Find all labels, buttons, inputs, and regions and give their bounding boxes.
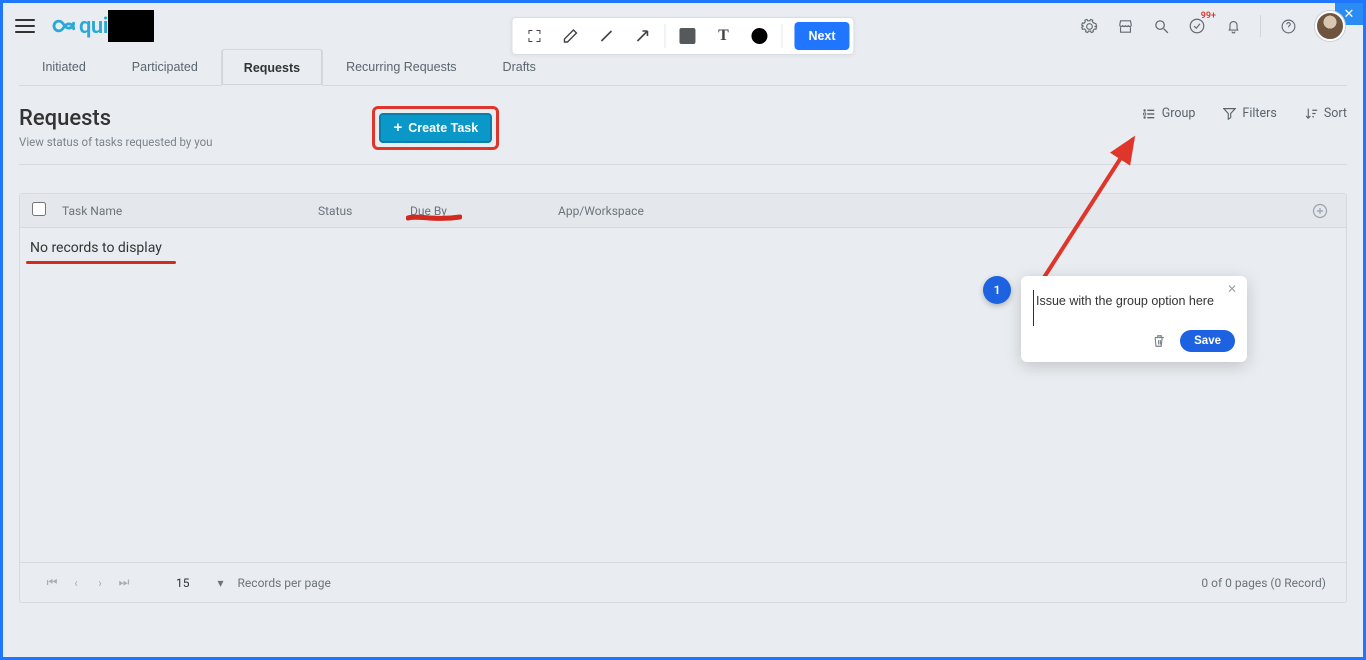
annotation-toolbar: T Next (511, 17, 854, 55)
create-task-button[interactable]: + Create Task (379, 113, 492, 143)
page-prev[interactable]: ‹ (64, 576, 88, 590)
tab-initiated[interactable]: Initiated (19, 49, 109, 85)
filters-action[interactable]: Filters (1223, 106, 1276, 121)
trash-icon (1153, 334, 1166, 348)
top-right-actions: 99+ (1080, 11, 1351, 41)
crop-icon (526, 28, 542, 44)
settings-icon[interactable] (1080, 17, 1098, 35)
brand-text: qui (79, 14, 108, 39)
pen-tool[interactable] (552, 21, 588, 51)
help-icon[interactable] (1279, 17, 1297, 35)
group-action[interactable]: Group (1142, 106, 1196, 121)
annotation-highlight: + Create Task (372, 106, 499, 150)
popup-close-button[interactable]: ✕ (1225, 282, 1239, 296)
annotation-text-input[interactable] (1033, 290, 1235, 326)
arrow-tool[interactable] (624, 21, 660, 51)
col-due-by[interactable]: Due By (410, 204, 558, 218)
col-task-name[interactable]: Task Name (62, 204, 318, 218)
col-status[interactable]: Status (318, 204, 410, 218)
page-last[interactable]: ⏭ (112, 575, 136, 590)
col-app[interactable]: App/Workspace (558, 204, 1312, 218)
table-header: Task Name Status Due By App/Workspace (20, 194, 1346, 228)
bell-icon[interactable] (1224, 17, 1242, 35)
shape-tool[interactable] (669, 21, 705, 51)
circle-icon (751, 28, 767, 44)
top-bar: qui T Next 99+ (3, 3, 1363, 49)
filters-label: Filters (1242, 106, 1276, 121)
page-title: Requests (19, 106, 212, 131)
tab-requests[interactable]: Requests (221, 49, 323, 86)
group-label: Group (1162, 106, 1196, 121)
crop-tool[interactable] (516, 21, 552, 51)
page-size-value[interactable]: 15 (176, 576, 190, 590)
create-task-label: Create Task (408, 121, 478, 135)
sort-label: Sort (1324, 106, 1347, 121)
annotation-underline (26, 261, 176, 264)
tab-recurring[interactable]: Recurring Requests (323, 49, 479, 85)
color-picker[interactable] (741, 21, 777, 51)
per-page-label: Records per page (238, 576, 331, 590)
annotation-popup: ✕ Save (1021, 276, 1247, 362)
sort-action[interactable]: Sort (1305, 106, 1347, 121)
page-first[interactable]: ⏮ (40, 575, 64, 590)
page-header: Requests View status of tasks requested … (19, 86, 1347, 165)
square-icon (679, 28, 695, 44)
menu-icon[interactable] (15, 19, 35, 33)
line-tool[interactable] (588, 21, 624, 51)
group-icon (1142, 107, 1156, 121)
page-size-dropdown[interactable]: ▾ (218, 576, 224, 590)
plus-circle-icon (1312, 203, 1328, 219)
table: Task Name Status Due By App/Workspace No… (19, 193, 1347, 603)
brand-logo[interactable]: qui (47, 10, 154, 42)
filter-icon (1223, 107, 1236, 120)
next-button[interactable]: Next (794, 22, 849, 50)
search-icon[interactable] (1152, 17, 1170, 35)
pen-icon (562, 28, 578, 44)
pagination: ⏮ ‹ › ⏭ 15 ▾ Records per page 0 of 0 pag… (20, 562, 1346, 602)
tab-participated[interactable]: Participated (109, 49, 221, 85)
page-subtitle: View status of tasks requested by you (19, 135, 212, 149)
page-next[interactable]: › (88, 576, 112, 590)
store-icon[interactable] (1116, 17, 1134, 35)
redaction-block (108, 10, 154, 42)
sort-icon (1305, 107, 1318, 120)
annotation-underline (406, 214, 462, 222)
annotation-marker[interactable]: 1 (983, 276, 1011, 304)
notification-badge: 99+ (1201, 11, 1216, 21)
approval-icon[interactable]: 99+ (1188, 17, 1206, 35)
page-summary: 0 of 0 pages (0 Record) (1201, 576, 1326, 590)
empty-state: No records to display (20, 228, 1346, 268)
text-icon: T (718, 27, 729, 45)
delete-annotation-button[interactable] (1153, 334, 1166, 348)
line-icon (598, 28, 614, 44)
add-column-button[interactable] (1312, 203, 1334, 219)
infinity-icon (47, 16, 75, 36)
select-all-checkbox[interactable] (32, 202, 46, 216)
text-tool[interactable]: T (705, 21, 741, 51)
arrow-icon (634, 28, 650, 44)
user-avatar[interactable] (1315, 11, 1345, 41)
save-annotation-button[interactable]: Save (1180, 330, 1235, 352)
